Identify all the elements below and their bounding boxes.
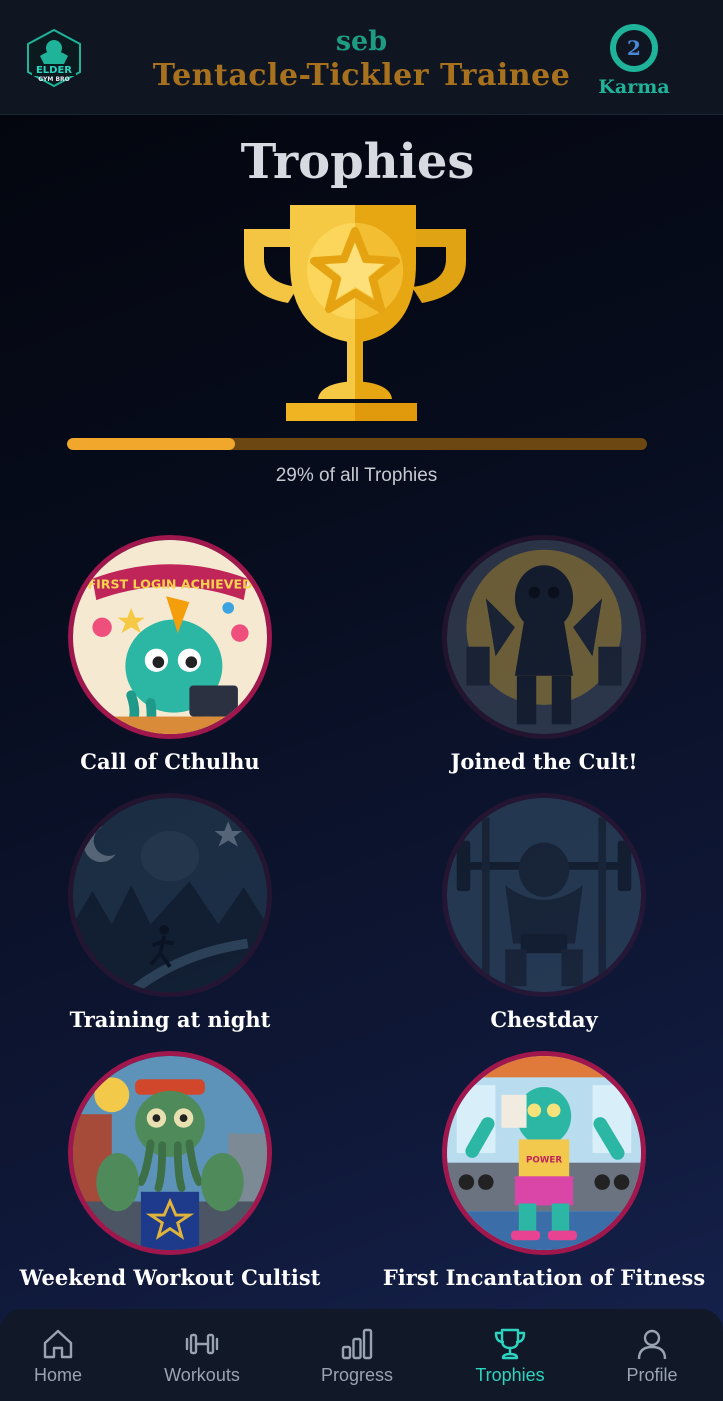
nav-label: Profile [626,1365,678,1385]
trophy-badge-image: FIRST LOGIN ACHIEVED [68,535,272,739]
karma-indicator[interactable]: 2 Karma [596,24,672,98]
trophy-card-weekend-workout-cultist[interactable]: Weekend Workout Cultist [0,1051,340,1290]
svg-text:POWER: POWER [526,1156,562,1166]
bottom-navigation: Home Workouts Progress Trophies Profile [0,1309,723,1401]
trophy-name: First Incantation of Fitness [382,1265,706,1290]
trophies-progress-fill [67,438,236,450]
nav-label: Progress [320,1365,394,1385]
dumbbell-icon [185,1333,219,1355]
trophy-illustration-icon [240,203,470,425]
user-icon [637,1329,667,1360]
trophy-card-chestday[interactable]: Chestday [374,793,714,1032]
nav-item-trophies[interactable]: Trophies [450,1309,570,1401]
trophy-icon [494,1328,526,1360]
trophy-card-call-of-cthulhu[interactable]: FIRST LOGIN ACHIEVED Call of Cthulhu [0,535,340,774]
trophy-name: Call of Cthulhu [80,749,260,774]
trophy-name: Joined the Cult! [450,749,638,774]
nav-item-progress[interactable]: Progress [297,1309,417,1401]
progress-text: 29% of all Trophies [275,465,438,486]
karma-label: Karma [598,76,670,98]
bar-chart-icon [341,1328,373,1360]
trophy-card-training-at-night[interactable]: Training at night [0,793,340,1032]
badge-banner-text: FIRST LOGIN ACHIEVED [87,577,252,592]
nav-label: Trophies [475,1365,545,1385]
nav-label: Home [33,1365,82,1385]
trophy-badge-image [442,793,646,997]
app-header: ELDER GYM BRO seb Tentacle-Tickler Train… [0,0,723,115]
nav-item-profile[interactable]: Profile [592,1309,712,1401]
trophy-card-joined-the-cult[interactable]: Joined the Cult! [374,535,714,774]
trophy-badge-image [68,1051,272,1255]
page-title: Trophies [240,134,475,190]
trophy-name: Training at night [69,1007,271,1032]
nav-item-home[interactable]: Home [0,1309,118,1401]
trophy-name: Chestday [490,1007,598,1032]
trophy-badge-image [68,793,272,997]
trophies-progress-bar [67,438,647,450]
trophy-badge-image: POWER [442,1051,646,1255]
trophy-card-first-incantation-of-fitness[interactable]: POWER First Incantation of Fitness [374,1051,714,1290]
nav-item-workouts[interactable]: Workouts [142,1309,262,1401]
trophy-name: Weekend Workout Cultist [19,1265,321,1290]
nav-label: Workouts [164,1365,240,1385]
home-icon [43,1329,73,1359]
trophy-badge-image [442,535,646,739]
karma-value: 2 [610,24,658,72]
